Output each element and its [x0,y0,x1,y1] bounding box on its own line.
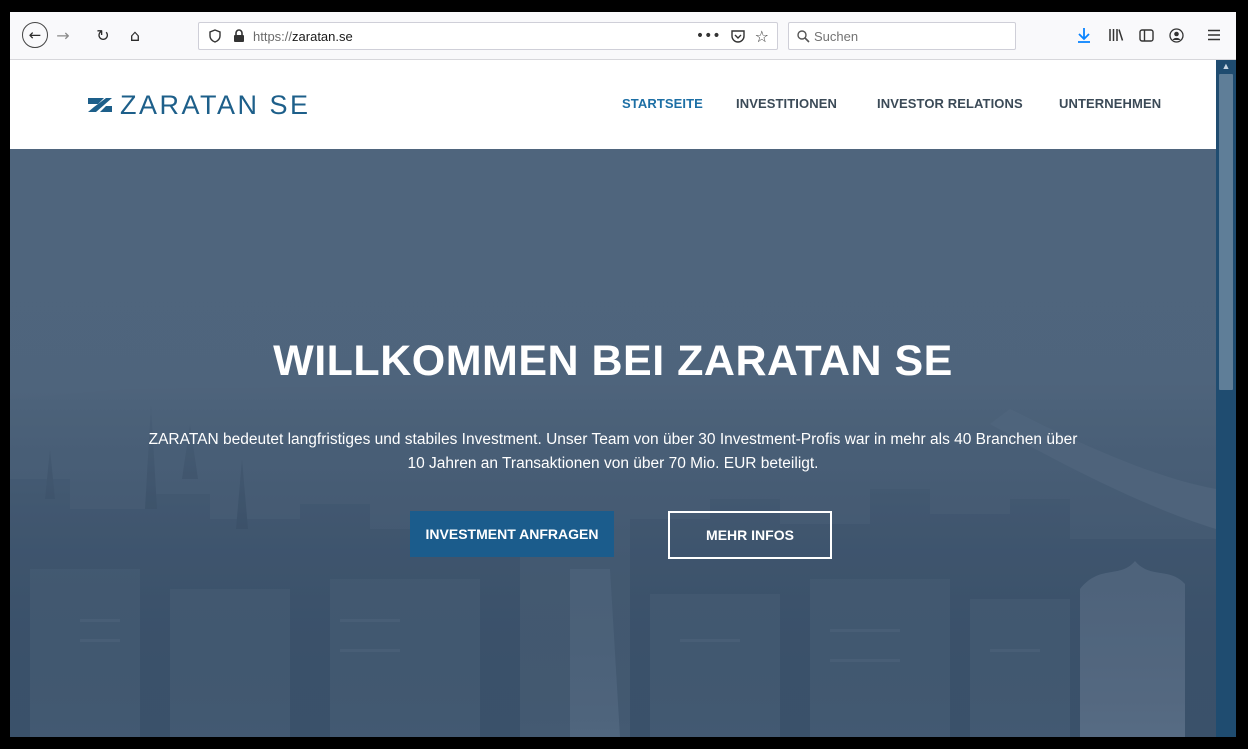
web-page: ZARATAN SE STARTSEITE INVESTITIONEN INVE… [10,60,1216,737]
nav-investor-relations[interactable]: INVESTOR RELATIONS [877,96,1023,111]
hero-description: ZARATAN bedeutet langfristiges und stabi… [70,428,1156,476]
pocket-icon[interactable] [730,29,745,43]
download-icon[interactable] [1074,23,1094,47]
lock-icon[interactable] [233,29,245,43]
reload-icon[interactable]: ↻ [92,23,114,47]
url-bar[interactable]: https://zaratan.se ••• ☆ [198,22,778,50]
back-icon[interactable]: ← [22,22,48,48]
scroll-up-arrow-icon[interactable]: ▲ [1216,60,1236,72]
url-domain: zaratan.se [292,28,353,44]
menu-icon[interactable] [1204,23,1224,47]
investment-anfragen-button[interactable]: INVESTMENT ANFRAGEN [410,511,614,557]
site-logo[interactable]: ZARATAN SE [86,88,311,122]
sidebar-icon[interactable] [1136,23,1156,47]
nav-unternehmen[interactable]: UNTERNEHMEN [1059,96,1161,111]
search-field[interactable]: Suchen [788,22,1016,50]
nav-investitionen[interactable]: INVESTITIONEN [736,96,837,111]
url-text: https://zaratan.se [253,29,353,44]
forward-icon[interactable]: → [52,23,74,47]
scrollbar-thumb[interactable] [1219,74,1233,390]
page-actions-icon[interactable]: ••• [696,28,721,44]
tracking-protection-icon[interactable] [209,29,221,43]
nav-startseite[interactable]: STARTSEITE [622,96,703,111]
bookmark-star-icon[interactable]: ☆ [755,27,769,46]
search-placeholder: Suchen [814,28,859,44]
hero-title: WILLKOMMEN BEI ZARATAN SE [273,337,953,385]
hero-description-line-2: 10 Jahren an Transaktionen von über 70 M… [407,455,819,472]
mehr-infos-button[interactable]: MEHR INFOS [668,511,832,559]
account-icon[interactable] [1166,23,1186,47]
hero-description-line-1: ZARATAN bedeutet langfristiges und stabi… [148,431,1078,448]
home-icon[interactable]: ⌂ [124,23,146,47]
url-protocol: https:// [253,28,293,44]
search-icon [797,29,810,43]
browser-window: ← → ↻ ⌂ https://zaratan.se ••• ☆ Suchen [10,12,1236,737]
library-icon[interactable] [1106,23,1126,47]
vertical-scrollbar[interactable]: ▲ [1216,60,1236,737]
site-header: ZARATAN SE STARTSEITE INVESTITIONEN INVE… [10,60,1216,149]
logo-text: ZARATAN SE [120,89,311,120]
hero-section: WILLKOMMEN BEI ZARATAN SE ZARATAN bedeut… [10,149,1216,737]
browser-toolbar: ← → ↻ ⌂ https://zaratan.se ••• ☆ Suchen [10,12,1236,60]
logo-mark-icon [88,98,112,112]
